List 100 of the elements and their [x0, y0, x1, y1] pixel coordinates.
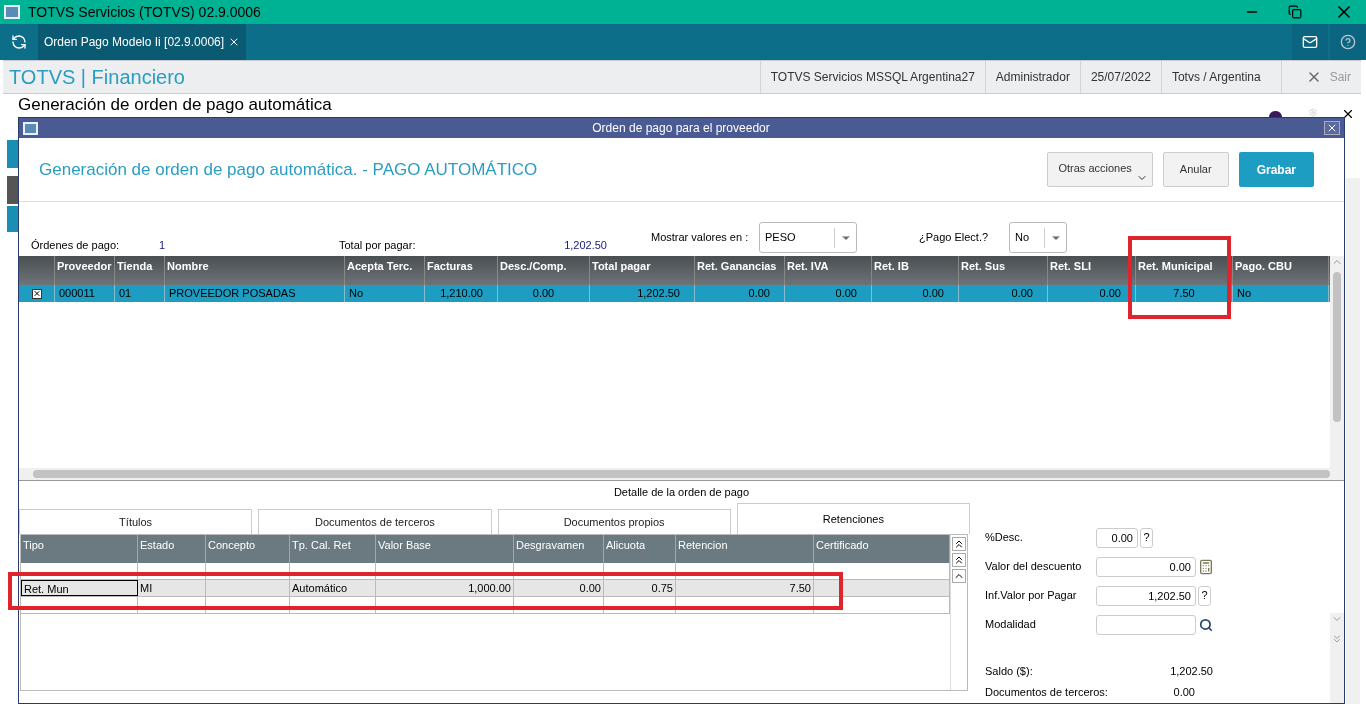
table-cell: PROVEEDOR POSADAS: [169, 287, 296, 299]
table-cell: 0.00: [532, 287, 555, 299]
table-cell: No: [1237, 287, 1252, 299]
table-cell: 7.50: [1173, 287, 1195, 299]
scroll-bottom-icon[interactable]: [1331, 633, 1343, 645]
table-cell: MI: [140, 582, 153, 594]
table-cell: 0.75: [651, 582, 673, 594]
field-label: Valor del descuento: [985, 559, 1083, 575]
actions-button[interactable]: Otras acciones: [1047, 152, 1153, 187]
cancel-button[interactable]: Anular: [1162, 152, 1229, 187]
input-field[interactable]: 1,202.50: [1096, 585, 1196, 606]
table-cell: 7.50: [789, 582, 811, 594]
mail-icon[interactable]: [1302, 34, 1318, 50]
app-title: TOTVS | Financiero: [8, 65, 186, 90]
column-header[interactable]: Total pagar: [592, 260, 651, 272]
app-tab[interactable]: Orden Pago Modelo Ii [02.9.0006]: [38, 24, 247, 60]
page-title: Generación de orden de pago automática: [18, 95, 332, 115]
summary-value: 1,202.50: [563, 237, 607, 253]
column-header[interactable]: Tp. Cal. Ret: [292, 539, 351, 551]
dialog-title: Orden de pago para el proveedor: [591, 120, 771, 137]
calculator-icon[interactable]: [1198, 558, 1214, 575]
table-cell: 1,210.00: [440, 287, 483, 299]
input-field[interactable]: [1096, 614, 1196, 635]
table-cell: 0.00: [579, 582, 601, 594]
total-value: 0.00: [1172, 685, 1195, 701]
select-field[interactable]: No: [1009, 222, 1067, 253]
column-header[interactable]: Ret. SLI: [1050, 260, 1091, 272]
help-button[interactable]: ?: [1198, 585, 1211, 606]
section-title: Detalle de la orden de pago: [613, 484, 750, 500]
help-button[interactable]: ?: [1140, 527, 1153, 548]
restore-icon[interactable]: [1288, 5, 1302, 19]
detail-tab[interactable]: Títulos: [19, 509, 253, 534]
app-icon: [23, 121, 38, 135]
total-label: Saldo ($):: [985, 664, 1034, 680]
header-info: TOTVS Servicios MSSQL Argentina27: [759, 61, 985, 93]
column-header[interactable]: Valor Base: [378, 539, 431, 551]
column-header[interactable]: Retencion: [678, 539, 728, 551]
header-info: 25/07/2022: [1079, 61, 1161, 93]
field-label: Modalidad: [985, 617, 1037, 633]
column-header[interactable]: Concepto: [208, 539, 256, 551]
field-label: Inf.Valor por Pagar: [985, 588, 1078, 604]
input-field[interactable]: 0.00: [1096, 527, 1138, 548]
table-cell: 0.00: [1011, 287, 1033, 299]
dialog-heading: Generación de orden de pago automática. - PAGO AUTOMÁTICO: [39, 158, 539, 181]
table-cell: 1,202.50: [637, 287, 680, 299]
table-cell: 0.00: [1099, 287, 1121, 299]
table-row[interactable]: Ret. Mun MI Automático 1,000.00 0.00 0.75 7.50: [21, 580, 950, 597]
refresh-icon[interactable]: [11, 34, 27, 50]
column-header[interactable]: Tipo: [23, 539, 44, 551]
table-cell: No: [349, 287, 364, 299]
summary-label: Total por pagar:: [339, 237, 417, 253]
table-cell: Ret. Mun: [24, 583, 69, 595]
table-cell: 0.00: [748, 287, 770, 299]
column-header[interactable]: Ret. IB: [874, 260, 909, 272]
vertical-scrollbar[interactable]: [1330, 256, 1344, 468]
field-label: %Desc.: [985, 530, 1024, 546]
column-header[interactable]: Ret. Municipal: [1138, 260, 1213, 272]
select-field[interactable]: PESO: [759, 222, 857, 253]
summary-label: Mostrar valores en :: [651, 230, 750, 246]
detail-tab[interactable]: Retenciones: [736, 503, 970, 534]
table-row[interactable]: 000011 01 PROVEEDOR POSADAS No 1,210.00 0.00 1,202.50 0.00 0.00 0.00 0.00 0.00 7.50 No: [19, 285, 1330, 302]
window-title: TOTVS Servicios (TOTVS) 02.9.0006: [28, 2, 262, 22]
table-cell: 01: [119, 287, 132, 299]
column-header[interactable]: Tienda: [117, 260, 153, 272]
column-header[interactable]: Ret. Ganancias: [697, 260, 777, 272]
page-up-icon[interactable]: [953, 554, 965, 566]
column-header[interactable]: Proveedor: [57, 260, 112, 272]
column-header[interactable]: Alicuota: [606, 539, 646, 551]
detail-tab[interactable]: Documentos de terceros: [258, 509, 492, 534]
detail-tab[interactable]: Documentos propios: [497, 509, 731, 534]
column-header[interactable]: Desgravamen: [516, 539, 585, 551]
help-icon[interactable]: [1340, 34, 1356, 50]
header-info: Totvs / Argentina: [1160, 61, 1271, 93]
horizontal-scrollbar[interactable]: [19, 468, 1344, 480]
header-info: Administrador: [984, 61, 1080, 93]
column-header[interactable]: Acepta Terc.: [347, 260, 413, 272]
summary-label: ¿Pago Elect.?: [919, 230, 990, 246]
column-header[interactable]: Pago. CBU: [1235, 260, 1292, 272]
column-header[interactable]: Ret. Sus: [961, 260, 1005, 272]
column-header[interactable]: Nombre: [167, 260, 209, 272]
table-cell: Automático: [292, 582, 348, 594]
table-cell: 0.00: [835, 287, 857, 299]
input-field[interactable]: 0.00: [1096, 556, 1196, 577]
summary-label: Órdenes de pago:: [31, 237, 121, 253]
column-header[interactable]: Estado: [140, 539, 175, 551]
table-cell: 000011: [59, 287, 95, 299]
total-value: 1,202.50: [1169, 664, 1213, 680]
user-avatar: [1269, 111, 1282, 117]
column-header[interactable]: Facturas: [427, 260, 473, 272]
column-header[interactable]: Desc./Comp.: [500, 260, 567, 272]
summary-value: 1: [159, 237, 166, 253]
table-cell: 0.00: [922, 287, 944, 299]
total-label: Documentos de terceros:: [985, 685, 1109, 701]
row-checkbox[interactable]: [31, 288, 42, 299]
column-header[interactable]: Certificado: [816, 539, 869, 551]
search-icon[interactable]: [1199, 617, 1213, 632]
app-icon: [4, 5, 20, 19]
scroll-top-icon[interactable]: [953, 538, 965, 550]
table-cell: 1,000.00: [468, 582, 511, 594]
column-header[interactable]: Ret. IVA: [787, 260, 829, 272]
